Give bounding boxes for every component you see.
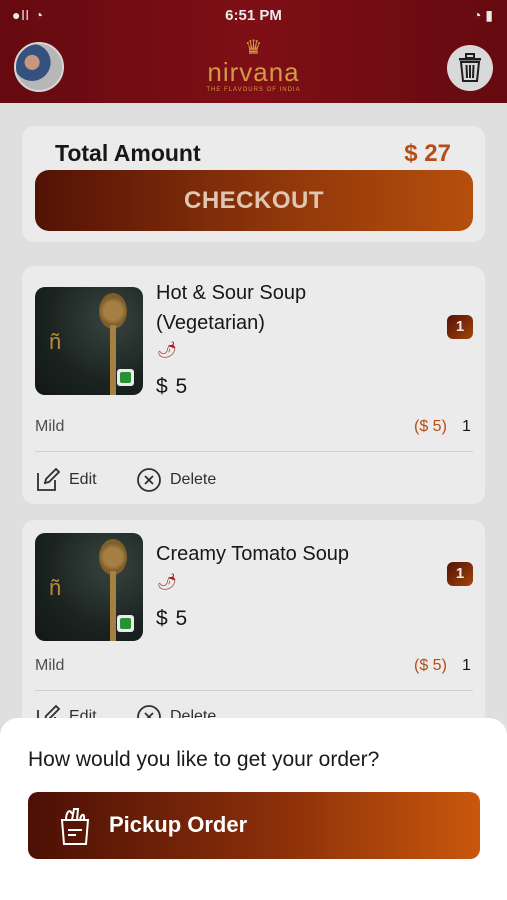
order-type-question: How would you like to get your order? <box>28 748 380 771</box>
pickup-order-button[interactable]: Pickup Order <box>28 792 480 859</box>
pickup-order-label: Pickup Order <box>109 812 248 837</box>
grocery-bag-icon <box>60 808 90 845</box>
